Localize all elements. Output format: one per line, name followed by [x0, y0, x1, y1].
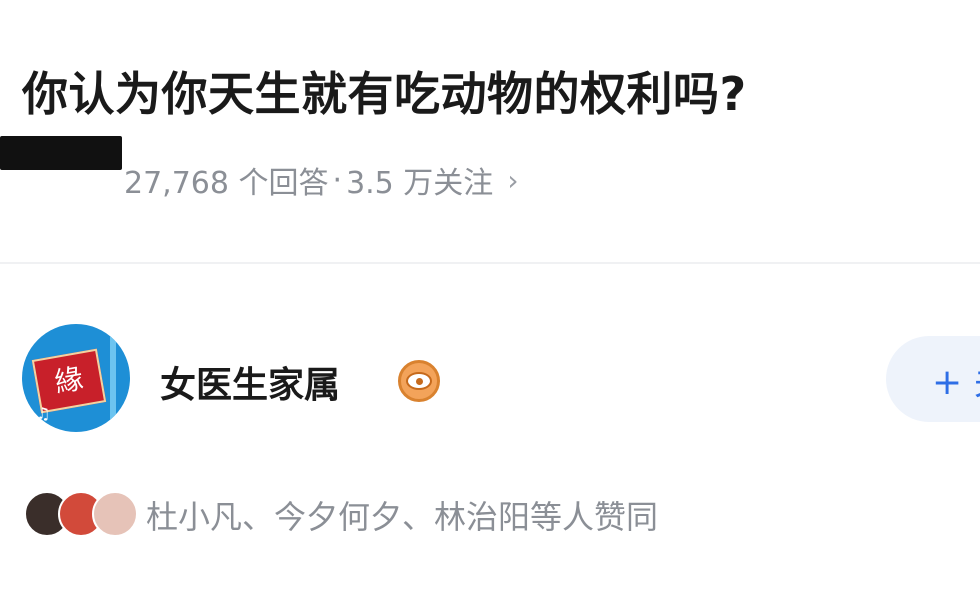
question-title[interactable]: 你认为你天生就有吃动物的权利吗?: [22, 58, 747, 124]
avatar-stripe: [110, 324, 116, 432]
divider: [0, 262, 980, 264]
voter-avatar: [92, 491, 138, 537]
author-name[interactable]: 女医生家属: [160, 356, 340, 408]
stats-separator: ·: [332, 162, 343, 198]
voters-text[interactable]: 杜小凡、今夕何夕、林治阳等人赞同: [146, 492, 658, 538]
follow-button[interactable]: + 关: [886, 336, 980, 422]
eye-badge-icon: [398, 360, 440, 402]
followers-count: 3.5 万关注: [346, 166, 494, 201]
badge-eye-shape: [406, 372, 432, 390]
music-note-icon: ♫: [36, 404, 51, 423]
author-avatar[interactable]: 緣 ♫: [22, 324, 130, 432]
badge-pupil: [415, 377, 423, 385]
voter-avatars[interactable]: [24, 491, 138, 537]
question-stats[interactable]: 27,768 个回答 · 3.5 万关注 ›: [124, 158, 519, 202]
answer-page: 你认为你天生就有吃动物的权利吗? 27,768 个回答 · 3.5 万关注 › …: [0, 0, 980, 612]
redaction-bar: [0, 136, 122, 170]
chevron-right-icon: ›: [507, 163, 519, 197]
answers-count: 27,768 个回答: [124, 166, 329, 201]
